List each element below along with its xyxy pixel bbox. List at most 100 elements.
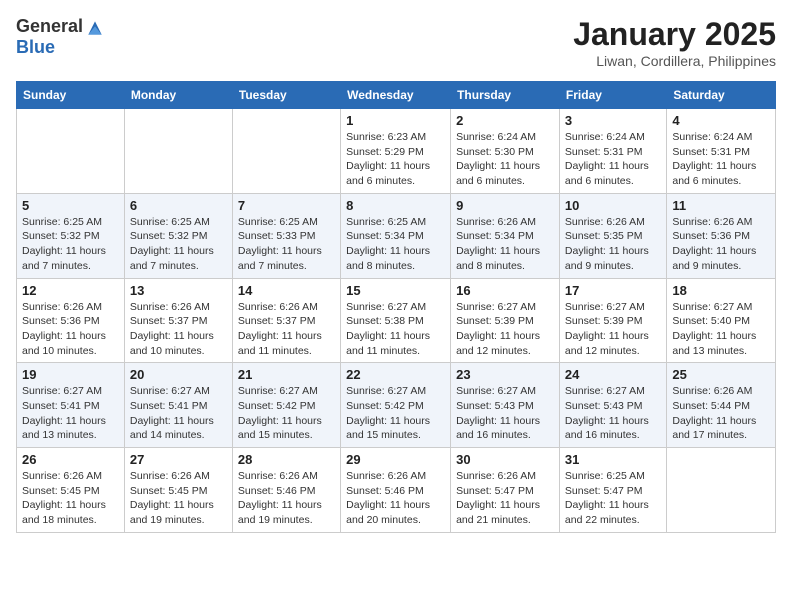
day-info: Sunrise: 6:26 AM Sunset: 5:46 PM Dayligh… — [238, 469, 335, 528]
calendar-cell — [17, 109, 125, 194]
calendar-week-3: 12 Sunrise: 6:26 AM Sunset: 5:36 PM Dayli… — [17, 278, 776, 363]
calendar-header-saturday: Saturday — [667, 82, 776, 109]
calendar-cell: 7 Sunrise: 6:25 AM Sunset: 5:33 PM Daylig… — [232, 193, 340, 278]
calendar-cell: 2 Sunrise: 6:24 AM Sunset: 5:30 PM Daylig… — [451, 109, 560, 194]
calendar-cell: 29 Sunrise: 6:26 AM Sunset: 5:46 PM Dayli… — [341, 448, 451, 533]
day-number: 27 — [130, 452, 227, 467]
day-number: 5 — [22, 198, 119, 213]
day-info: Sunrise: 6:27 AM Sunset: 5:42 PM Dayligh… — [238, 384, 335, 443]
day-info: Sunrise: 6:24 AM Sunset: 5:31 PM Dayligh… — [672, 130, 770, 189]
calendar-cell: 5 Sunrise: 6:25 AM Sunset: 5:32 PM Daylig… — [17, 193, 125, 278]
day-info: Sunrise: 6:27 AM Sunset: 5:43 PM Dayligh… — [456, 384, 554, 443]
day-number: 12 — [22, 283, 119, 298]
calendar-cell: 27 Sunrise: 6:26 AM Sunset: 5:45 PM Dayli… — [124, 448, 232, 533]
calendar-header-sunday: Sunday — [17, 82, 125, 109]
calendar-cell: 12 Sunrise: 6:26 AM Sunset: 5:36 PM Dayli… — [17, 278, 125, 363]
day-number: 2 — [456, 113, 554, 128]
calendar-cell: 20 Sunrise: 6:27 AM Sunset: 5:41 PM Dayli… — [124, 363, 232, 448]
calendar-cell: 17 Sunrise: 6:27 AM Sunset: 5:39 PM Dayli… — [559, 278, 666, 363]
month-title: January 2025 — [573, 16, 776, 53]
day-number: 8 — [346, 198, 445, 213]
day-number: 11 — [672, 198, 770, 213]
logo-blue: Blue — [16, 38, 105, 58]
day-number: 30 — [456, 452, 554, 467]
calendar-cell: 30 Sunrise: 6:26 AM Sunset: 5:47 PM Dayli… — [451, 448, 560, 533]
day-number: 19 — [22, 367, 119, 382]
day-number: 13 — [130, 283, 227, 298]
calendar-week-2: 5 Sunrise: 6:25 AM Sunset: 5:32 PM Daylig… — [17, 193, 776, 278]
day-number: 17 — [565, 283, 661, 298]
day-number: 28 — [238, 452, 335, 467]
title-block: January 2025 Liwan, Cordillera, Philippi… — [573, 16, 776, 69]
day-info: Sunrise: 6:25 AM Sunset: 5:32 PM Dayligh… — [130, 215, 227, 274]
day-number: 7 — [238, 198, 335, 213]
day-info: Sunrise: 6:26 AM Sunset: 5:45 PM Dayligh… — [22, 469, 119, 528]
day-info: Sunrise: 6:26 AM Sunset: 5:44 PM Dayligh… — [672, 384, 770, 443]
day-info: Sunrise: 6:26 AM Sunset: 5:36 PM Dayligh… — [22, 300, 119, 359]
calendar-cell: 31Sunrise: 6:25 AM Sunset: 5:47 PM Dayli… — [559, 448, 666, 533]
calendar-cell — [124, 109, 232, 194]
day-number: 21 — [238, 367, 335, 382]
calendar-cell: 16Sunrise: 6:27 AM Sunset: 5:39 PM Dayli… — [451, 278, 560, 363]
calendar-cell: 6Sunrise: 6:25 AM Sunset: 5:32 PM Daylig… — [124, 193, 232, 278]
logo-general: General — [16, 17, 83, 37]
calendar-cell: 3Sunrise: 6:24 AM Sunset: 5:31 PM Daylig… — [559, 109, 666, 194]
day-number: 29 — [346, 452, 445, 467]
calendar-cell: 9 Sunrise: 6:26 AM Sunset: 5:34 PM Daylig… — [451, 193, 560, 278]
day-number: 23 — [456, 367, 554, 382]
calendar-cell: 25 Sunrise: 6:26 AM Sunset: 5:44 PM Dayli… — [667, 363, 776, 448]
calendar-cell: 11 Sunrise: 6:26 AM Sunset: 5:36 PM Dayli… — [667, 193, 776, 278]
logo-text: General Blue — [16, 16, 105, 58]
day-info: Sunrise: 6:25 AM Sunset: 5:34 PM Dayligh… — [346, 215, 445, 274]
logo: General Blue — [16, 16, 105, 58]
day-info: Sunrise: 6:27 AM Sunset: 5:41 PM Dayligh… — [22, 384, 119, 443]
day-number: 31 — [565, 452, 661, 467]
day-info: Sunrise: 6:27 AM Sunset: 5:39 PM Dayligh… — [456, 300, 554, 359]
day-info: Sunrise: 6:26 AM Sunset: 5:37 PM Dayligh… — [130, 300, 227, 359]
day-number: 10 — [565, 198, 661, 213]
calendar-cell: 28 Sunrise: 6:26 AM Sunset: 5:46 PM Dayli… — [232, 448, 340, 533]
calendar-cell: 22Sunrise: 6:27 AM Sunset: 5:42 PM Dayli… — [341, 363, 451, 448]
calendar-header-row: SundayMondayTuesdayWednesdayThursdayFrid… — [17, 82, 776, 109]
day-info: Sunrise: 6:26 AM Sunset: 5:36 PM Dayligh… — [672, 215, 770, 274]
calendar-cell: 21 Sunrise: 6:27 AM Sunset: 5:42 PM Dayli… — [232, 363, 340, 448]
day-number: 26 — [22, 452, 119, 467]
day-info: Sunrise: 6:25 AM Sunset: 5:33 PM Dayligh… — [238, 215, 335, 274]
calendar-cell: 13 Sunrise: 6:26 AM Sunset: 5:37 PM Dayli… — [124, 278, 232, 363]
calendar-header-tuesday: Tuesday — [232, 82, 340, 109]
day-number: 3 — [565, 113, 661, 128]
day-number: 20 — [130, 367, 227, 382]
day-number: 9 — [456, 198, 554, 213]
day-info: Sunrise: 6:26 AM Sunset: 5:46 PM Dayligh… — [346, 469, 445, 528]
day-info: Sunrise: 6:27 AM Sunset: 5:41 PM Dayligh… — [130, 384, 227, 443]
calendar-cell: 1 Sunrise: 6:23 AM Sunset: 5:29 PM Daylig… — [341, 109, 451, 194]
calendar-week-1: 1 Sunrise: 6:23 AM Sunset: 5:29 PM Daylig… — [17, 109, 776, 194]
calendar-header-monday: Monday — [124, 82, 232, 109]
calendar-table: SundayMondayTuesdayWednesdayThursdayFrid… — [16, 81, 776, 533]
day-number: 24 — [565, 367, 661, 382]
day-info: Sunrise: 6:26 AM Sunset: 5:35 PM Dayligh… — [565, 215, 661, 274]
calendar-cell: 8 Sunrise: 6:25 AM Sunset: 5:34 PM Daylig… — [341, 193, 451, 278]
day-info: Sunrise: 6:23 AM Sunset: 5:29 PM Dayligh… — [346, 130, 445, 189]
day-info: Sunrise: 6:26 AM Sunset: 5:45 PM Dayligh… — [130, 469, 227, 528]
day-info: Sunrise: 6:26 AM Sunset: 5:34 PM Dayligh… — [456, 215, 554, 274]
calendar-cell: 14Sunrise: 6:26 AM Sunset: 5:37 PM Dayli… — [232, 278, 340, 363]
calendar-cell: 26 Sunrise: 6:26 AM Sunset: 5:45 PM Dayli… — [17, 448, 125, 533]
calendar-cell: 18 Sunrise: 6:27 AM Sunset: 5:40 PM Dayli… — [667, 278, 776, 363]
calendar-header-thursday: Thursday — [451, 82, 560, 109]
calendar-cell: 15Sunrise: 6:27 AM Sunset: 5:38 PM Dayli… — [341, 278, 451, 363]
day-info: Sunrise: 6:25 AM Sunset: 5:32 PM Dayligh… — [22, 215, 119, 274]
day-number: 18 — [672, 283, 770, 298]
day-number: 14 — [238, 283, 335, 298]
calendar-cell — [667, 448, 776, 533]
day-number: 1 — [346, 113, 445, 128]
day-info: Sunrise: 6:27 AM Sunset: 5:40 PM Dayligh… — [672, 300, 770, 359]
page-header: General Blue January 2025 Liwan, Cordill… — [16, 16, 776, 69]
calendar-cell: 23 Sunrise: 6:27 AM Sunset: 5:43 PM Dayli… — [451, 363, 560, 448]
day-info: Sunrise: 6:27 AM Sunset: 5:39 PM Dayligh… — [565, 300, 661, 359]
day-number: 4 — [672, 113, 770, 128]
location: Liwan, Cordillera, Philippines — [573, 53, 776, 69]
day-number: 25 — [672, 367, 770, 382]
day-info: Sunrise: 6:24 AM Sunset: 5:30 PM Dayligh… — [456, 130, 554, 189]
day-info: Sunrise: 6:26 AM Sunset: 5:47 PM Dayligh… — [456, 469, 554, 528]
